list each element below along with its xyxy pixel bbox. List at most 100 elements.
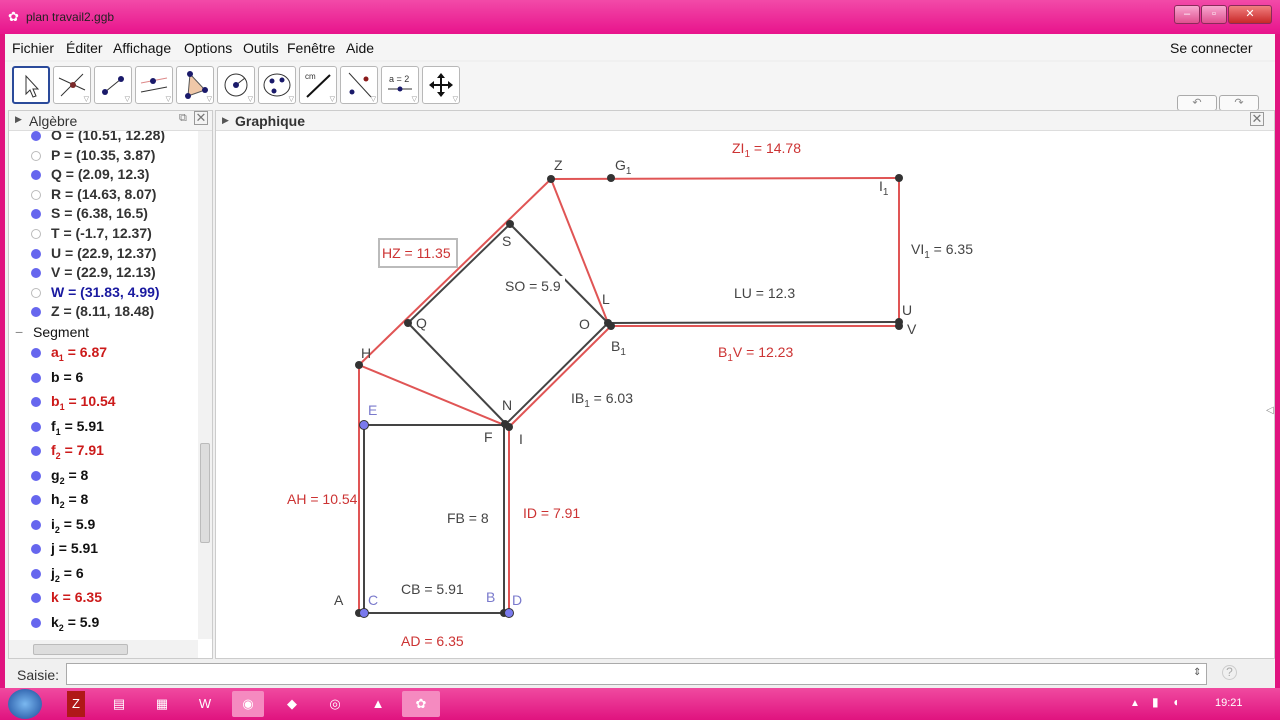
app-icon[interactable]: ◆ — [278, 691, 306, 717]
visibility-toggle[interactable] — [31, 287, 41, 298]
visibility-toggle[interactable] — [31, 189, 41, 200]
segment-ZL — [550, 178, 609, 324]
volume-icon[interactable]: ◖ — [1172, 695, 1179, 709]
redo-button[interactable]: ↷ — [1219, 95, 1259, 111]
collapse-minus-icon[interactable]: − — [15, 324, 23, 340]
file-explorer-icon[interactable]: ▦ — [148, 691, 176, 717]
visibility-toggle[interactable] — [31, 568, 41, 579]
label-Z: Z — [554, 157, 563, 173]
menu-affichage[interactable]: Affichage — [113, 40, 171, 56]
visibility-toggle[interactable] — [31, 421, 41, 432]
label-F: F — [484, 429, 493, 445]
clock[interactable]: 19:21 — [1215, 697, 1243, 709]
algebra-list: O = (10.51, 12.28) P = (10.35, 3.87) Q = (… — [9, 131, 197, 639]
tool-move[interactable] — [12, 66, 50, 104]
geogebra-icon: ✿ — [8, 9, 19, 24]
scroll-thumb[interactable] — [200, 443, 210, 543]
segment-QN — [407, 322, 507, 425]
label-S: S — [502, 233, 511, 249]
tool-parallel[interactable]: ▽ — [135, 66, 173, 104]
tool-intersect[interactable]: ▽ — [53, 66, 91, 104]
circle-icon — [224, 73, 248, 97]
slider-tool-label: a = 2 — [389, 74, 409, 84]
tool-conic[interactable]: ▽ — [258, 66, 296, 104]
chrome-icon[interactable]: ◎ — [321, 691, 349, 717]
algebra-horizontal-scrollbar[interactable] — [9, 640, 198, 658]
visibility-toggle[interactable] — [31, 229, 41, 239]
visibility-toggle[interactable] — [31, 446, 41, 456]
undo-button[interactable]: ↶ — [1177, 95, 1217, 111]
menu-bar: Fichier Éditer Affichage Options Outils … — [5, 34, 1275, 60]
measure-ID: ID = 7.91 — [523, 505, 580, 521]
menu-fichier[interactable]: Fichier — [12, 40, 54, 56]
label-I1: I1 — [879, 178, 889, 198]
close-view-icon[interactable]: ✕ — [1250, 112, 1264, 126]
tool-segment[interactable]: ▽ — [94, 66, 132, 104]
visibility-toggle[interactable] — [31, 248, 41, 259]
visibility-toggle[interactable] — [31, 372, 41, 383]
tool-move-view[interactable]: ▽ — [422, 66, 460, 104]
minimize-button[interactable]: – — [1174, 5, 1200, 24]
label-B1: B1 — [611, 338, 626, 358]
visibility-toggle[interactable] — [31, 209, 41, 220]
point-C — [359, 608, 369, 618]
visibility-toggle[interactable] — [31, 268, 41, 279]
visibility-toggle[interactable] — [31, 397, 41, 407]
collapse-triangle-icon[interactable]: ▶ — [15, 114, 22, 125]
undock-icon[interactable]: ⧉ — [179, 112, 187, 125]
scroll-thumb[interactable] — [33, 644, 128, 655]
collapse-triangle-icon[interactable]: ▶ — [222, 115, 229, 126]
menu-outils[interactable]: Outils — [243, 40, 279, 56]
sign-in-link[interactable]: Se connecter — [1170, 40, 1253, 56]
visibility-toggle[interactable] — [31, 470, 41, 481]
tool-distance[interactable]: cm ▽ — [299, 66, 337, 104]
start-button[interactable] — [8, 689, 42, 719]
visibility-toggle[interactable] — [31, 544, 41, 554]
algebra-vertical-scrollbar[interactable] — [198, 131, 212, 639]
visibility-toggle[interactable] — [31, 307, 41, 318]
input-help-icon[interactable]: ? — [1222, 665, 1237, 680]
measure-ZI1: ZI1 = 14.78 — [732, 140, 801, 160]
menu-editer[interactable]: Éditer — [66, 40, 103, 56]
word-icon[interactable]: W — [191, 691, 219, 717]
history-updown-icon[interactable]: ⇕ — [1193, 667, 1201, 678]
menu-fenetre[interactable]: Fenêtre — [287, 40, 335, 56]
visibility-toggle[interactable] — [31, 348, 41, 358]
measure-SO: SO = 5.9 — [505, 278, 561, 294]
segment-definition: f1 = 5.91 — [51, 417, 104, 437]
visibility-toggle[interactable] — [31, 617, 41, 628]
visibility-toggle[interactable] — [31, 150, 41, 161]
filezilla-icon[interactable]: Z — [67, 691, 85, 717]
tray-expand-icon[interactable]: ▲ — [1130, 698, 1140, 709]
point-G1 — [607, 174, 615, 182]
point-definition: S = (6.38, 16.5) — [51, 205, 148, 222]
firefox-icon[interactable]: ◉ — [232, 691, 264, 717]
menu-options[interactable]: Options — [184, 40, 232, 56]
segment-ZI1 — [550, 177, 900, 180]
visibility-toggle[interactable] — [31, 593, 41, 603]
visibility-toggle[interactable] — [31, 170, 41, 181]
visibility-toggle[interactable] — [31, 519, 41, 530]
algebra-header: ▶ Algèbre ⧉ ✕ — [9, 111, 212, 131]
network-icon[interactable]: ▮ — [1152, 695, 1159, 709]
close-button[interactable]: ✕ — [1228, 5, 1272, 24]
vlc-icon[interactable]: ▲ — [364, 691, 392, 717]
segment-HI — [358, 364, 510, 428]
segment-IB1 — [508, 325, 612, 428]
tool-polygon[interactable]: ▽ — [176, 66, 214, 104]
menu-aide[interactable]: Aide — [346, 40, 374, 56]
graphics-view[interactable]: ▶ Graphique ✕ Z G1 I1 S Q L O B1 U V H N… — [215, 110, 1275, 659]
tool-circle[interactable]: ▽ — [217, 66, 255, 104]
visibility-toggle[interactable] — [31, 131, 41, 141]
geometry-canvas[interactable]: Z G1 I1 S Q L O B1 U V H N F I E A C B D — [216, 131, 1276, 660]
command-input[interactable] — [66, 663, 1207, 685]
close-view-icon[interactable]: ✕ — [194, 111, 208, 125]
maximize-button[interactable]: ▫ — [1201, 5, 1227, 24]
tool-slider[interactable]: a = 2 ▽ — [381, 66, 419, 104]
visibility-toggle[interactable] — [31, 495, 41, 505]
geogebra-taskbar-icon[interactable]: ✿ — [402, 691, 440, 717]
expand-panel-arrow-icon[interactable]: ◁ — [1266, 405, 1274, 416]
label-Q: Q — [416, 315, 427, 331]
tool-reflect[interactable]: ▽ — [340, 66, 378, 104]
calculator-icon[interactable]: ▤ — [105, 691, 133, 717]
